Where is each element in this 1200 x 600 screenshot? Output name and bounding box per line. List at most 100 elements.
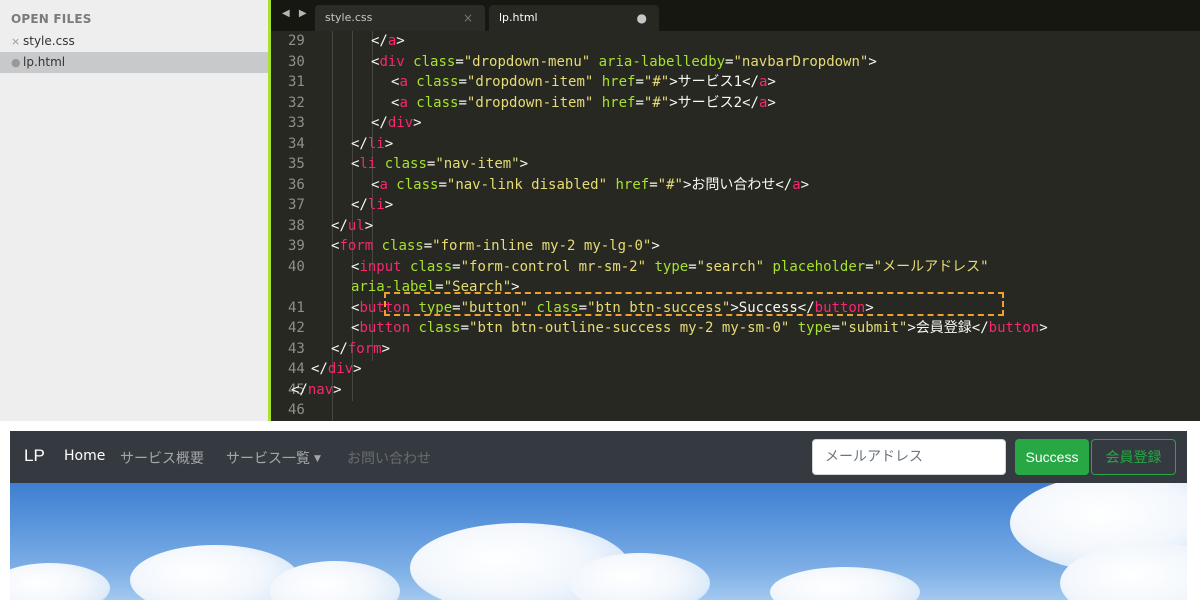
code-line[interactable]: 30 <div class="dropdown-menu" aria-labell… (271, 52, 1200, 72)
code-line[interactable]: 34 </li> (271, 134, 1200, 154)
code-line[interactable]: 36 <a class="nav-link disabled" href="#">… (271, 175, 1200, 195)
code-line[interactable]: 35 <li class="nav-item"> (271, 154, 1200, 174)
code-token: = (458, 94, 467, 111)
code-line[interactable]: 46 (271, 400, 1200, 420)
code-area[interactable]: ◀ ▶ style.css × lp.html ● 29 </a> 30 <div c… (268, 0, 1200, 421)
code-token: "#" (657, 176, 683, 193)
code-line[interactable]: 39 <form class="form-inline my-2 my-lg-0"… (271, 236, 1200, 256)
code-token: button (988, 320, 1040, 336)
code-token: "navbarDropdown" (733, 53, 869, 70)
code-token: class (410, 320, 461, 336)
code-text: <input class="form-control mr-sm-2" type… (351, 257, 989, 277)
code-text: <div class="dropdown-menu" aria-labelled… (371, 52, 877, 72)
code-text: </li> (351, 195, 393, 215)
code-token: > (381, 340, 391, 357)
code-token: > (767, 74, 776, 90)
success-button[interactable]: Success (1015, 439, 1089, 475)
line-number: 32 (288, 94, 305, 111)
code-text: </nav> (291, 380, 342, 400)
code-line[interactable]: 38 </ul> (271, 216, 1200, 236)
code-token: </ (291, 381, 308, 398)
code-line[interactable]: 45 </nav> (271, 380, 1200, 400)
line-number: 30 (288, 53, 305, 70)
code-token: = (452, 258, 461, 275)
nav-dropdown-services[interactable]: サービス一覧 ▼ (226, 448, 321, 468)
code-token: > (519, 156, 529, 172)
code-token: </ (351, 197, 368, 213)
line-number: 34 (288, 135, 305, 152)
code-token: nav (307, 381, 334, 398)
code-token: li (367, 197, 385, 213)
cloud-shape (10, 563, 110, 600)
code-token: </ (331, 340, 348, 357)
code-token: >お問い合わせ</ (682, 176, 793, 193)
code-token: > (384, 135, 394, 152)
code-token: = (865, 258, 874, 275)
code-text: </ul> (331, 216, 373, 236)
code-line[interactable]: 32 <a class="dropdown-item" href="#">サービス… (271, 93, 1200, 113)
nav-link-home[interactable]: Home (64, 448, 105, 464)
tab-nav-arrows-icon[interactable]: ◀ ▶ (282, 8, 310, 19)
code-line[interactable]: 40 <input class="form-control mr-sm-2" ty… (271, 257, 1200, 277)
line-number: 38 (288, 217, 305, 234)
code-text: <li class="nav-item"> (351, 154, 528, 174)
code-token: >サービス1</ (669, 74, 759, 90)
code-token: href (607, 176, 650, 193)
line-number: 39 (288, 238, 305, 254)
line-number: 37 (288, 197, 305, 213)
code-token: = (635, 74, 644, 90)
code-line[interactable]: 31 <a class="dropdown-item" href="#">サービス… (271, 72, 1200, 92)
email-search-input[interactable] (812, 439, 1006, 475)
sidebar-file-label: lp.html (23, 55, 66, 69)
code-token: = (649, 176, 658, 193)
code-token: "nav-item" (435, 156, 520, 172)
code-token: > (384, 197, 394, 213)
sidebar-file-label: style.css (23, 34, 75, 48)
code-token: </ (371, 33, 388, 49)
code-line[interactable]: 44 </div> (271, 359, 1200, 379)
code-token: "dropdown-menu" (463, 53, 591, 70)
navbar-brand[interactable]: LP (24, 446, 45, 466)
sidebar-file-style-css[interactable]: × style.css (0, 31, 268, 52)
code-token: > (868, 53, 877, 70)
code-line[interactable]: 37 </li> (271, 195, 1200, 215)
code-line[interactable]: 42 <button class="btn btn-outline-success… (271, 318, 1200, 338)
code-token: = (455, 53, 464, 70)
code-token: class (387, 176, 439, 193)
code-text: </a> (371, 31, 405, 51)
code-line[interactable]: 43 </form> (271, 339, 1200, 359)
tab-style-css[interactable]: style.css × (315, 5, 485, 31)
nav-link-overview[interactable]: サービス概要 (120, 448, 204, 468)
code-token: "nav-link disabled" (446, 176, 608, 193)
register-button[interactable]: 会員登録 (1091, 439, 1176, 475)
code-token: "dropdown-item" (466, 74, 594, 90)
line-number: 42 (288, 320, 305, 336)
close-icon[interactable]: × (11, 31, 23, 52)
code-line[interactable]: 29 </a> (271, 31, 1200, 51)
tab-lp-html[interactable]: lp.html ● (489, 5, 659, 31)
code-text: </div> (311, 359, 362, 379)
code-token: = (458, 74, 467, 90)
code-token: type (789, 320, 832, 336)
sidebar-file-lp-html[interactable]: ● lp.html (0, 52, 268, 73)
code-text: <a class="nav-link disabled" href="#">お問… (371, 175, 809, 195)
code-text: </li> (351, 134, 393, 154)
code-token: button (359, 320, 411, 336)
tab-label: lp.html (499, 11, 538, 24)
code-token: input (359, 258, 402, 275)
code-token: >会員登録</ (907, 320, 989, 336)
cloud-shape (770, 567, 920, 600)
code-token: > (413, 115, 422, 131)
code-token: > (333, 381, 342, 398)
code-token: > (800, 176, 810, 193)
code-token: = (423, 238, 433, 254)
code-token: > (396, 33, 405, 49)
code-token: </ (351, 135, 368, 152)
code-line[interactable]: 33 </div> (271, 113, 1200, 133)
hero-sky-image (10, 483, 1187, 600)
line-number: 41 (288, 299, 305, 316)
close-icon[interactable]: × (463, 5, 473, 31)
code-token: type (646, 258, 689, 275)
code-token: form (339, 238, 374, 254)
code-token: li (367, 135, 385, 152)
